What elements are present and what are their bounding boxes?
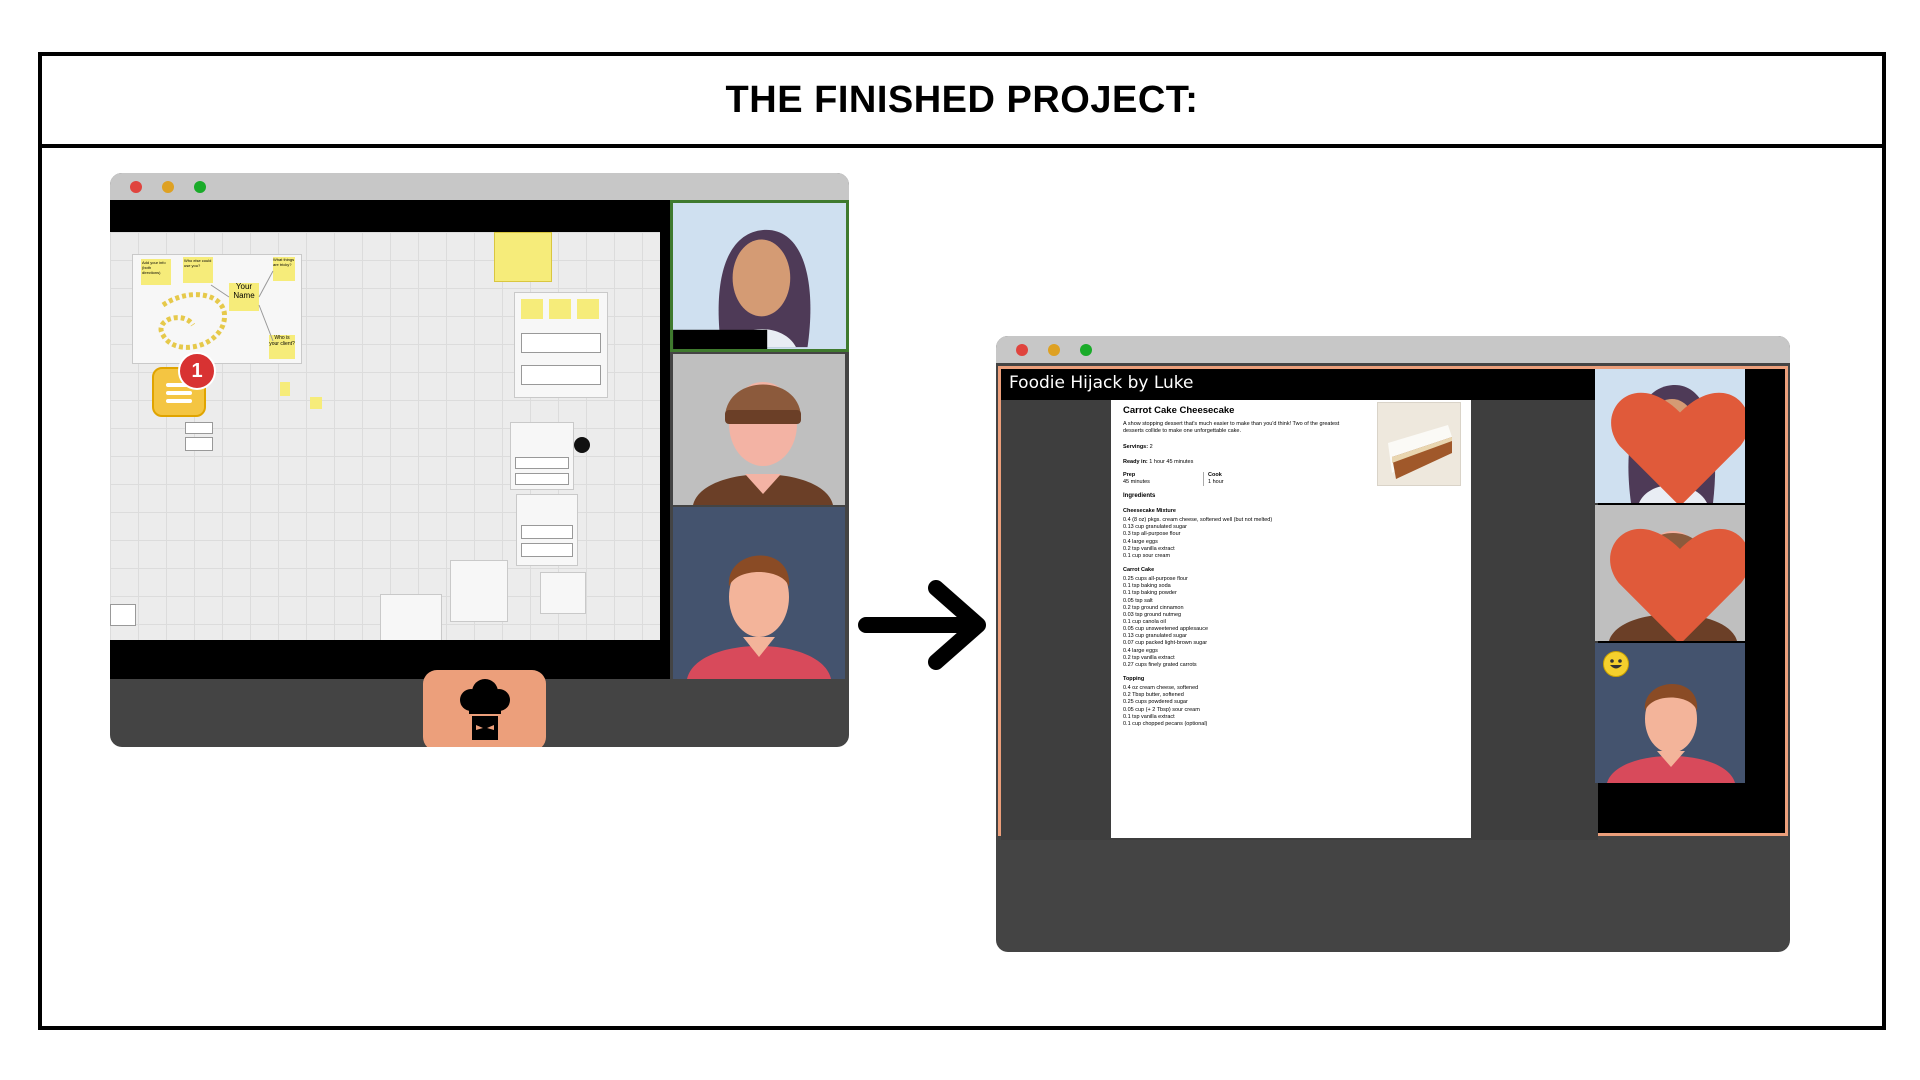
page-title: THE FINISHED PROJECT: (725, 78, 1199, 121)
smiley-icon (1603, 651, 1629, 677)
notification-badge: 1 (178, 352, 216, 390)
participant-tile-3[interactable] (673, 507, 845, 679)
minimize-dot[interactable] (162, 181, 174, 193)
ingredient-item: 0.2 tsp vanilla extract (1123, 545, 1175, 552)
shared-content: Carrot Cake Cheesecake A show stopping d… (1001, 400, 1598, 840)
sketch-panel (540, 572, 586, 614)
servings-label: Servings: (1123, 443, 1149, 450)
mindmap-connectors (158, 270, 274, 350)
ready-label: Ready in: (1123, 458, 1148, 465)
prep-value: 45 minutes (1123, 479, 1150, 486)
ingredient-item: 0.05 cup (+ 2 Tbsp) sour cream (1123, 706, 1200, 713)
participant-tile-1[interactable] (1595, 369, 1745, 503)
prep-label: Prep (1123, 471, 1136, 478)
ingredient-item: 0.1 tsp vanilla extract (1123, 713, 1175, 720)
ingredient-section-title: Cheesecake Mixture (1123, 507, 1176, 514)
wireframe-panel (516, 494, 578, 566)
sticky-cluster (494, 232, 552, 282)
chef-hat-icon (460, 679, 510, 740)
frame-thumbnail (185, 422, 213, 434)
ingredient-item: 0.1 tsp baking soda (1123, 583, 1171, 590)
recipe-card[interactable]: Carrot Cake Cheesecake A show stopping d… (1111, 400, 1471, 838)
ingredient-item: 0.25 cups all-purpose flour (1123, 576, 1188, 583)
ingredient-item: 0.13 cup granulated sugar (1123, 524, 1187, 531)
ingredient-item: 0.05 tsp salt (1123, 597, 1153, 604)
arrow-right-icon (858, 580, 986, 670)
cook-label: Cook (1208, 471, 1222, 478)
participant-tile-2[interactable] (673, 354, 845, 505)
app-view: Foodie Hijack by Luke Carrot Cake Cheese… (998, 366, 1788, 840)
foodie-app-window: Foodie Hijack by Luke Carrot Cake Cheese… (996, 336, 1790, 952)
wireframe-panel (450, 560, 508, 622)
shared-screen: Add your info (both directions) Who else… (110, 200, 670, 747)
frame-thumbnail (110, 604, 136, 626)
ingredient-section-title: Topping (1123, 675, 1145, 682)
close-dot[interactable] (1016, 344, 1028, 356)
wireframe-panel (510, 422, 574, 490)
close-dot[interactable] (130, 181, 142, 193)
heading-bar: THE FINISHED PROJECT: (42, 56, 1882, 148)
image-thumbnail (574, 437, 590, 453)
ingredient-item: 0.05 cup unsweetened applesauce (1123, 626, 1209, 633)
avatar (693, 382, 833, 505)
heart-icon (1611, 392, 1745, 503)
ingredient-item: 0.1 tsp baking powder (1123, 590, 1177, 597)
ingredient-item: 0.27 cups finely grated carrots (1123, 661, 1197, 668)
app-title: Foodie Hijack by Luke (1009, 373, 1194, 393)
ingredient-item: 0.2 tsp ground cinnamon (1123, 604, 1184, 611)
ingredient-item: 0.4 oz cream cheese, softened (1123, 685, 1199, 692)
ingredient-item: 0.2 tsp vanilla extract (1123, 654, 1175, 661)
ingredient-item: 0.4 (8 oz) pkgs. cream cheese, softened … (1123, 517, 1273, 524)
whiteboard-canvas[interactable]: Add your info (both directions) Who else… (110, 232, 660, 640)
cake-image (1377, 402, 1461, 486)
avatar (687, 555, 831, 679)
cook-value: 1 hour (1208, 479, 1224, 486)
ingredient-item: 0.1 cup sour cream (1123, 552, 1171, 559)
ingredient-item: 0.2 Tbsp butter, softened (1123, 692, 1184, 699)
maximize-dot[interactable] (194, 181, 206, 193)
participant-tile-3[interactable] (1595, 643, 1745, 783)
wireframe-panel (514, 292, 608, 398)
ingredient-section-title: Carrot Cake (1123, 566, 1155, 573)
ingredient-item: 0.4 large eggs (1123, 647, 1158, 654)
chef-hat-button[interactable] (423, 670, 546, 747)
ingredient-item: 0.07 cup packed light-brown sugar (1123, 640, 1208, 647)
ingredient-list: Cheesecake Mixture 0.4 (8 oz) pkgs. cream… (1123, 508, 1459, 728)
frame-thumbnail (185, 437, 213, 451)
ingredient-item: 0.1 cup canola oil (1123, 618, 1166, 625)
ingredient-item: 0.25 cups powdered sugar (1123, 699, 1188, 706)
ingredient-item: 0.03 tsp ground nutmeg (1123, 611, 1182, 618)
participant-tile-2[interactable] (1595, 505, 1745, 641)
recipe-description: A show stopping dessert that's much easi… (1123, 421, 1340, 435)
sticky-note (310, 397, 322, 409)
maximize-dot[interactable] (1080, 344, 1092, 356)
servings-value: 2 (1149, 443, 1153, 450)
mindmap-panel: Add your info (both directions) Who else… (132, 254, 302, 364)
sticky-note (280, 382, 290, 396)
ingredient-item: 0.13 cup granulated sugar (1123, 633, 1187, 640)
ready-value: 1 hour 45 minutes (1149, 458, 1194, 465)
ingredient-item: 0.3 tsp all-purpose flour (1123, 531, 1181, 538)
avatar (673, 229, 811, 349)
wireframe-panel (380, 594, 442, 640)
ingredient-item: 0.1 cup chopped pecans (optional) (1123, 720, 1208, 727)
ingredient-item: 0.4 large eggs (1123, 538, 1158, 545)
participant-tile-1[interactable] (670, 200, 849, 352)
window-titlebar (110, 173, 849, 200)
ingredients-heading: Ingredients (1123, 493, 1156, 500)
minimize-dot[interactable] (1048, 344, 1060, 356)
heart-icon (1610, 528, 1745, 641)
whiteboard-window: Add your info (both directions) Who else… (110, 173, 849, 747)
window-titlebar (996, 336, 1790, 363)
